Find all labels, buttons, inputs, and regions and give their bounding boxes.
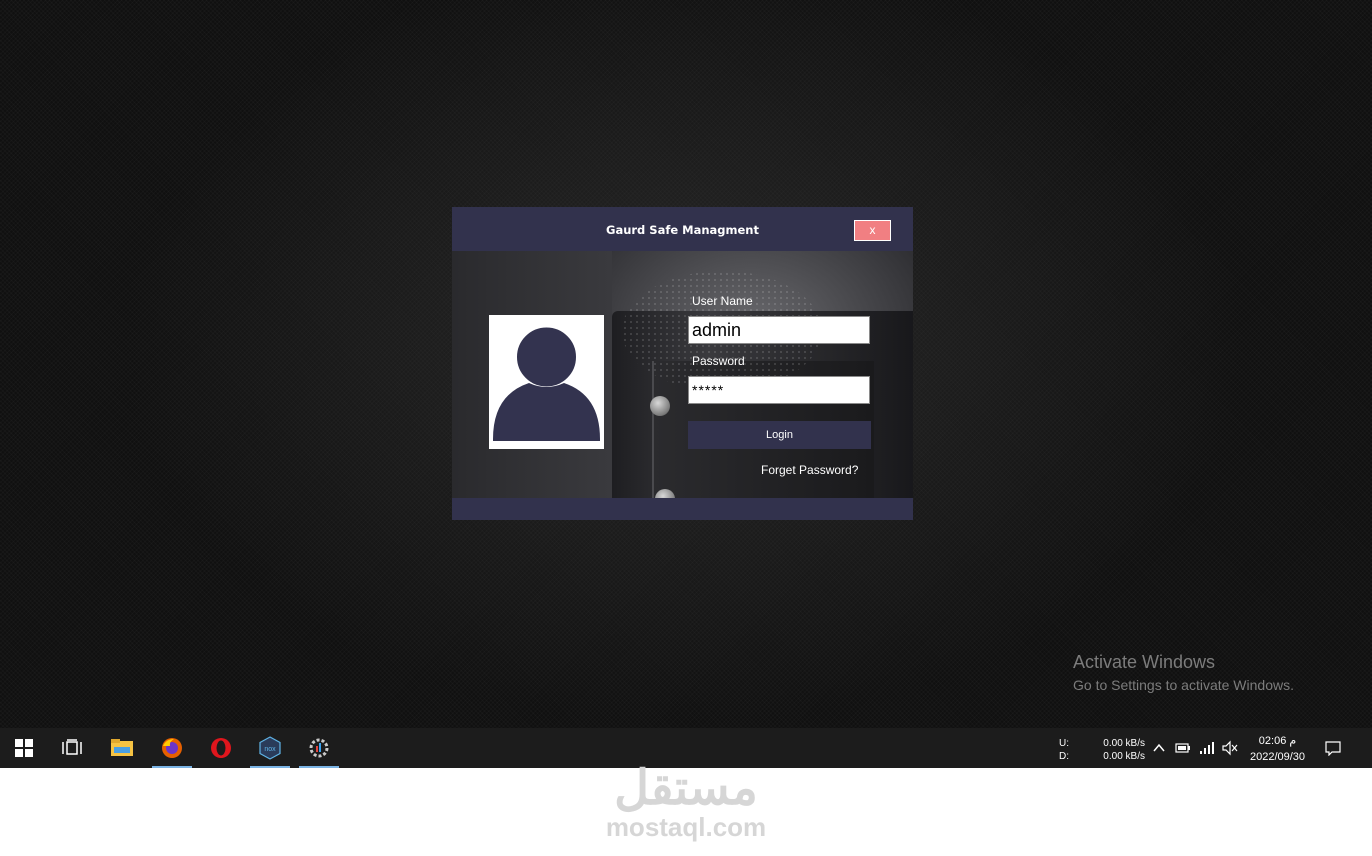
watermark-arabic: مستقل bbox=[614, 762, 758, 815]
signal-icon[interactable] bbox=[1199, 740, 1215, 756]
login-panel: User Name Password Login Forget Password… bbox=[452, 251, 913, 498]
user-silhouette-icon bbox=[493, 324, 600, 441]
watermark-english: mostaql.com bbox=[605, 812, 767, 842]
password-input[interactable] bbox=[688, 376, 870, 404]
mostaql-watermark: مستقل mostaql.com bbox=[0, 762, 1372, 856]
volume-muted-icon[interactable] bbox=[1222, 740, 1238, 756]
close-button[interactable]: x bbox=[854, 220, 891, 241]
login-window: Gaurd Safe Managment x User Name Passwor… bbox=[452, 207, 913, 520]
user-avatar bbox=[489, 315, 604, 449]
password-label: Password bbox=[692, 354, 745, 368]
activate-windows-watermark: Activate Windows Go to Settings to activ… bbox=[1073, 652, 1294, 693]
forget-password-link[interactable]: Forget Password? bbox=[761, 463, 858, 477]
svg-text:nox: nox bbox=[264, 746, 276, 753]
login-button[interactable]: Login bbox=[688, 421, 871, 449]
upload-speed: 0.00 kB/s bbox=[1103, 738, 1145, 749]
clock-time: 02:06 م bbox=[1258, 735, 1297, 747]
desktop-background: Gaurd Safe Managment x User Name Passwor… bbox=[0, 0, 1372, 728]
username-input[interactable] bbox=[688, 316, 870, 344]
title-bar[interactable]: Gaurd Safe Managment x bbox=[452, 207, 913, 251]
username-label: User Name bbox=[692, 294, 753, 308]
notifications-icon[interactable] bbox=[1325, 740, 1341, 757]
safe-knob bbox=[650, 396, 670, 416]
activate-title: Activate Windows bbox=[1073, 652, 1216, 672]
window-title: Gaurd Safe Managment bbox=[606, 223, 759, 237]
window-footer-bar bbox=[452, 498, 913, 520]
activate-subtitle: Go to Settings to activate Windows. bbox=[1073, 677, 1294, 693]
battery-icon[interactable] bbox=[1175, 740, 1191, 756]
chevron-up-icon[interactable] bbox=[1151, 740, 1167, 756]
